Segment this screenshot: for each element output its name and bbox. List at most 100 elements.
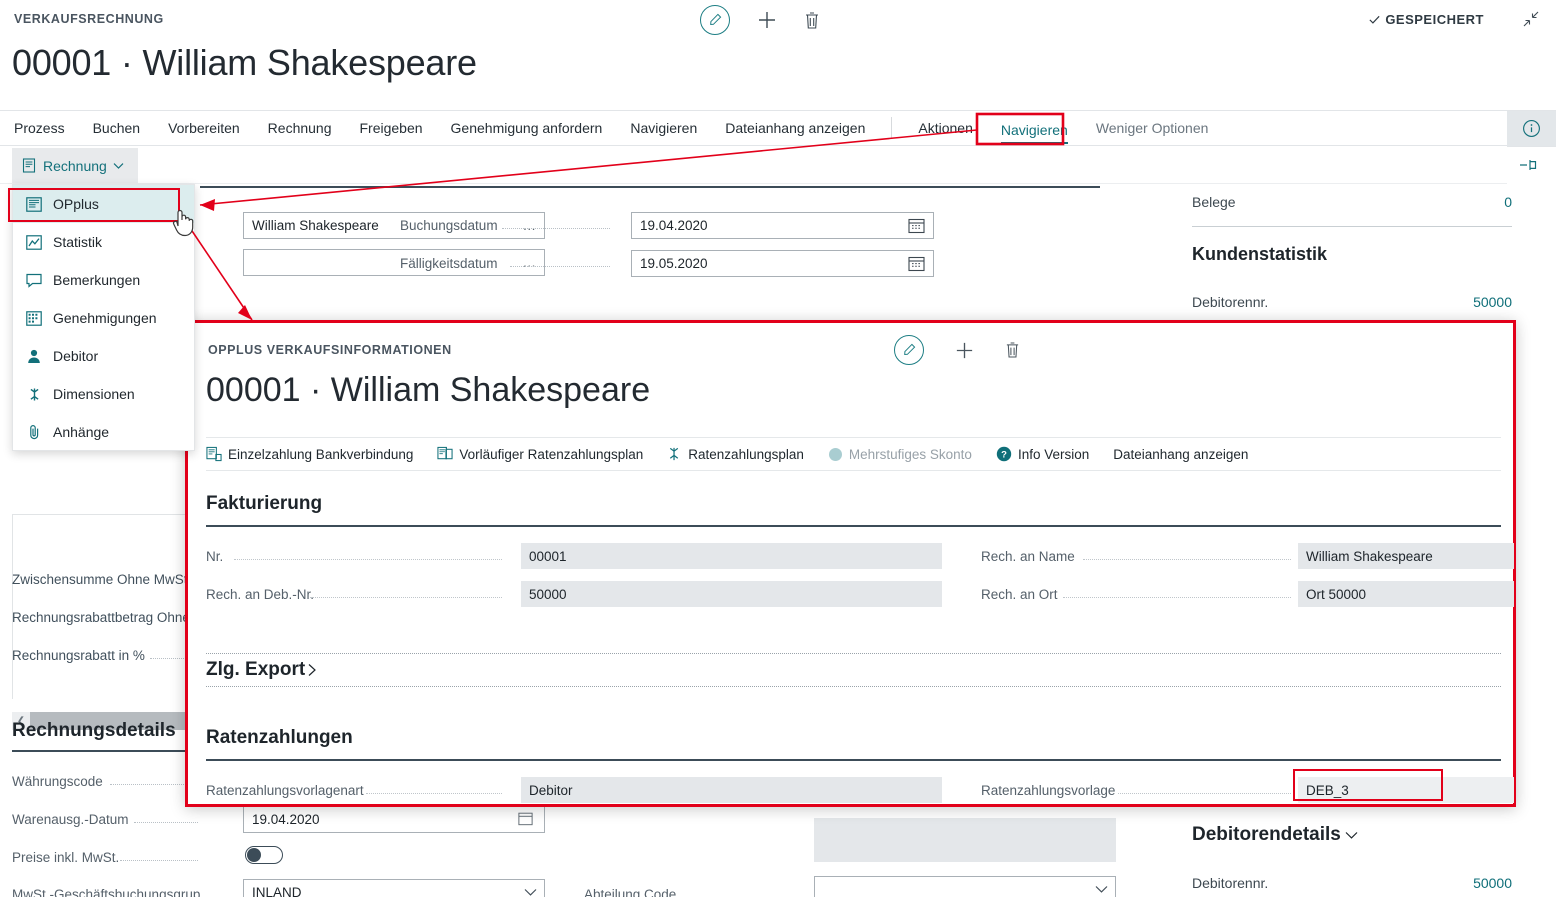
- customer-name-field[interactable]: William Shakespeare …: [243, 212, 545, 239]
- nr-label: Nr.: [206, 549, 224, 564]
- installment-template-type-value[interactable]: Debitor: [521, 777, 942, 803]
- edit-pencil-icon[interactable]: [894, 335, 924, 365]
- shipment-date-field[interactable]: 19.04.2020: [243, 806, 545, 833]
- page-eyebrow: VERKAUFSRECHNUNG: [14, 12, 164, 26]
- prices-incl-vat-toggle[interactable]: [245, 846, 283, 864]
- page-title: 00001 · William Shakespeare: [12, 42, 477, 83]
- due-date-value: 19.05.2020: [640, 256, 708, 271]
- edit-pencil-icon[interactable]: [700, 5, 730, 35]
- modal-action-bar: Einzelzahlung Bankverbindung Vorläufiger…: [206, 437, 1501, 471]
- dropdown-item-label: Bemerkungen: [53, 272, 141, 288]
- preliminary-plan-icon: [437, 446, 453, 460]
- installment-template-value[interactable]: DEB_3: [1298, 777, 1514, 803]
- dot-leader: [234, 559, 502, 560]
- dot-leader: [134, 822, 198, 823]
- prices-incl-vat-label: Preise inkl. MwSt.: [12, 850, 120, 865]
- section-rechnungsdetails: Rechnungsdetails: [12, 720, 176, 741]
- customer-no-value: 50000: [1473, 294, 1512, 310]
- vat-bus-posting-group-label: MwSt.-Geschäftsbuchungsgrup...: [12, 887, 212, 897]
- ribbon-navigieren-label: Navigieren: [1000, 121, 1068, 138]
- dropdown-item-opplus[interactable]: OPplus: [13, 185, 194, 223]
- factbox-divider: [1192, 226, 1512, 227]
- ribbon-item-freigeben[interactable]: Freigeben: [346, 111, 437, 145]
- section-ratenzahlungen: Ratenzahlungen: [206, 727, 353, 748]
- ribbon-item-prozess[interactable]: Prozess: [0, 111, 79, 145]
- info-circle-icon[interactable]: [1507, 110, 1556, 147]
- bill-to-name-label: Rech. an Name: [981, 549, 1075, 564]
- ribbon-item-vorbereiten[interactable]: Vorbereiten: [154, 111, 254, 145]
- lines-grid[interactable]: [12, 514, 190, 699]
- active-underline: [1000, 141, 1068, 144]
- modal-toolbar: [894, 335, 1020, 365]
- rechnung-dropdown-menu: OPplus Statistik Bemerkungen Genehmigung…: [12, 184, 195, 451]
- tab-rechnung[interactable]: Rechnung: [12, 148, 138, 183]
- ribbon-item-rechnung[interactable]: Rechnung: [254, 111, 346, 145]
- plus-icon[interactable]: [756, 9, 778, 31]
- collapse-icon[interactable]: [1522, 10, 1540, 33]
- dropdown-item-genehmigungen[interactable]: Genehmigungen: [13, 299, 194, 337]
- action-info-version[interactable]: ? Info Version: [996, 446, 1089, 462]
- dropdown-item-dimensionen[interactable]: Dimensionen: [13, 375, 194, 413]
- ribbon-item-dateianhang-anzeigen[interactable]: Dateianhang anzeigen: [711, 111, 879, 145]
- ellipsis-icon-2[interactable]: …: [523, 255, 537, 270]
- dropdown-item-statistik[interactable]: Statistik: [13, 223, 194, 261]
- department-code-select[interactable]: [814, 876, 1116, 897]
- calendar-icon[interactable]: [908, 217, 925, 239]
- customer-details-no-label: Debitorennr.: [1192, 875, 1269, 891]
- ribbon-divider: [891, 117, 893, 139]
- dropdown-item-label: Genehmigungen: [53, 310, 157, 326]
- bill-to-customer-no-value[interactable]: 50000: [521, 581, 942, 607]
- posting-date-field[interactable]: 19.04.2020: [631, 212, 934, 239]
- due-date-field[interactable]: 19.05.2020: [631, 250, 934, 277]
- ribbon-item-aktionen[interactable]: Aktionen: [904, 111, 986, 145]
- calendar-icon-3[interactable]: [518, 811, 533, 831]
- documents-value: 0: [1504, 194, 1512, 210]
- ribbon-item-genehmigung-anfordern[interactable]: Genehmigung anfordern: [437, 111, 617, 145]
- customer-name2-field[interactable]: …: [243, 249, 545, 276]
- documents-label: Belege: [1192, 194, 1236, 210]
- posting-date-value: 19.04.2020: [640, 218, 708, 233]
- dot-leader: [366, 793, 502, 794]
- bill-to-city-value[interactable]: Ort 50000: [1298, 581, 1514, 607]
- bill-to-name-value[interactable]: William Shakespeare: [1298, 543, 1514, 569]
- chevron-down-icon: [113, 162, 124, 169]
- invoice-discount-amount-label: Rechnungsrabattbetrag Ohne: [12, 610, 190, 625]
- calendar-icon-2[interactable]: [908, 255, 925, 277]
- paperclip-icon: [25, 424, 43, 440]
- ribbon-item-buchen[interactable]: Buchen: [79, 111, 154, 145]
- dropdown-item-anhaenge[interactable]: Anhänge: [13, 413, 194, 451]
- nr-value[interactable]: 00001: [521, 543, 942, 569]
- action-einzelzahlung-bankverbindung[interactable]: Einzelzahlung Bankverbindung: [206, 446, 413, 462]
- customer-details-heading[interactable]: Debitorendetails: [1192, 824, 1358, 846]
- pin-icon[interactable]: [1519, 157, 1538, 178]
- ellipsis-icon[interactable]: …: [523, 218, 537, 233]
- multilevel-discount-icon: [828, 447, 842, 461]
- saved-label: GESPEICHERT: [1385, 12, 1484, 27]
- ribbon-item-navigieren[interactable]: Navigieren: [616, 111, 711, 145]
- action-mehrstufiges-skonto[interactable]: Mehrstufiges Skonto: [828, 447, 972, 462]
- trash-icon[interactable]: [804, 11, 820, 30]
- action-dateianhang-anzeigen[interactable]: Dateianhang anzeigen: [1113, 447, 1248, 462]
- dot-leader: [1118, 793, 1291, 794]
- action-vorlaeufiger-ratenzahlungsplan[interactable]: Vorläufiger Ratenzahlungsplan: [437, 446, 643, 462]
- bank-payment-icon: [206, 446, 222, 462]
- ribbon-item-weniger-optionen[interactable]: Weniger Optionen: [1082, 111, 1223, 145]
- shipment-date-value: 19.04.2020: [252, 812, 320, 827]
- ribbon-item-navigieren-active[interactable]: Navigieren: [987, 113, 1082, 144]
- action-ratenzahlungsplan[interactable]: Ratenzahlungsplan: [667, 446, 804, 462]
- dot-leader: [1063, 597, 1291, 598]
- dropdown-item-debitor[interactable]: Debitor: [13, 337, 194, 375]
- person-icon: [25, 349, 43, 364]
- installment-plan-icon: [670, 447, 679, 461]
- plus-icon[interactable]: [954, 340, 975, 361]
- trash-icon[interactable]: [1005, 341, 1020, 359]
- customer-details-no-value: 50000: [1473, 875, 1512, 891]
- installment-template-type-label: Ratenzahlungsvorlagenart: [206, 783, 364, 798]
- dropdown-item-bemerkungen[interactable]: Bemerkungen: [13, 261, 194, 299]
- invoice-discount-pct-label: Rechnungsrabatt in %: [12, 648, 145, 663]
- opplus-icon: [25, 196, 43, 212]
- document-icon: [22, 157, 36, 173]
- collapsible-zlg-export[interactable]: Zlg. Export: [206, 653, 1501, 687]
- vat-bus-posting-group-select[interactable]: INLAND: [243, 879, 545, 897]
- dropdown-item-label: Statistik: [53, 234, 103, 250]
